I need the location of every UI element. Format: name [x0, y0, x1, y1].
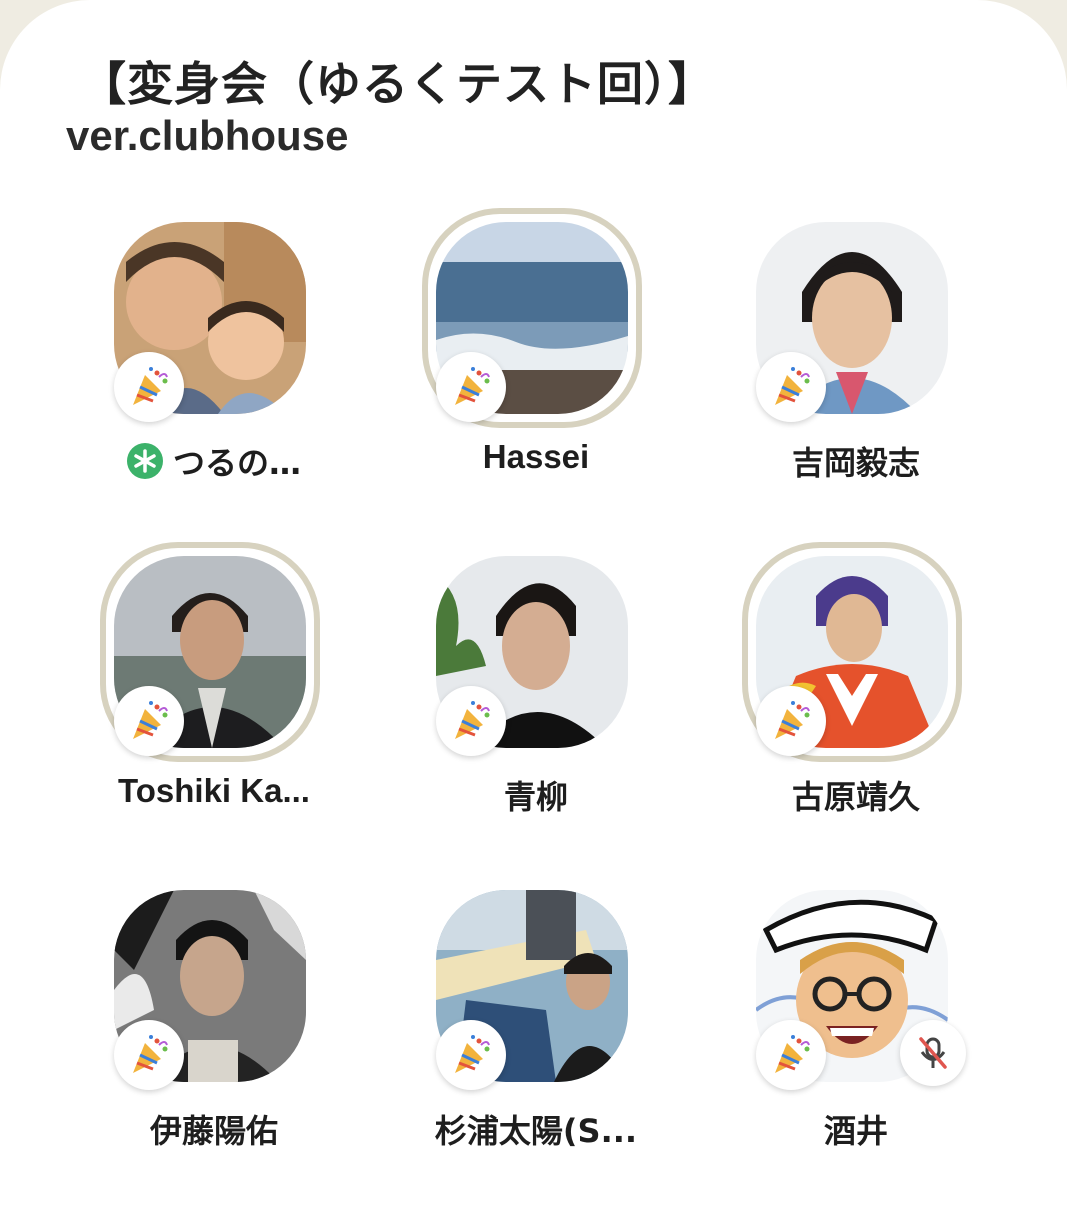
avatar-container — [422, 208, 642, 428]
speaker-tile[interactable]: 酒井 — [726, 890, 986, 1190]
party-popper-icon — [436, 352, 506, 422]
avatar-container — [742, 542, 962, 762]
party-popper-icon — [114, 352, 184, 422]
avatar-container — [114, 222, 314, 422]
room-subtitle: ver.clubhouse — [66, 112, 349, 159]
party-popper-icon — [756, 1020, 826, 1090]
avatar-container — [100, 542, 320, 762]
speaker-name: 吉岡毅志 — [791, 444, 920, 482]
party-popper-icon — [436, 686, 506, 756]
avatar-container — [114, 890, 314, 1090]
party-popper-icon — [114, 1020, 184, 1090]
party-popper-icon — [756, 352, 826, 422]
speaker-name: 杉浦太陽(S... — [434, 1112, 638, 1150]
avatar-container — [756, 222, 956, 422]
party-popper-icon — [756, 686, 826, 756]
speaker-name-row: つるの… — [84, 438, 344, 484]
speaker-name: 青柳 — [503, 778, 568, 816]
speaker-tile[interactable]: Toshiki Ka... — [84, 542, 344, 856]
speaker-tile[interactable]: 古原靖久 — [726, 542, 986, 856]
speaker-name: 古原靖久 — [791, 778, 920, 816]
speaker-name: Hassei — [482, 438, 590, 475]
party-popper-icon — [114, 686, 184, 756]
moderator-icon — [126, 443, 163, 479]
room-title: 【変身会（ゆるくテスト回）】 — [80, 57, 715, 111]
avatar-container — [436, 890, 636, 1090]
room-card: 【変身会（ゆるくテスト回）】 ver.clubhouse つるの… Hassei… — [0, 0, 1067, 1220]
speaker-name: Toshiki Ka... — [118, 772, 310, 809]
party-popper-icon — [436, 1020, 506, 1090]
muted-mic-icon — [900, 1020, 966, 1086]
speaker-tile[interactable]: つるの… — [84, 222, 344, 522]
speaker-tile[interactable]: 吉岡毅志 — [726, 222, 986, 522]
avatar-container — [436, 556, 636, 756]
speaker-tile[interactable]: 杉浦太陽(S... — [406, 890, 666, 1190]
speaker-name: 伊藤陽佑 — [149, 1112, 278, 1150]
speaker-name: 酒井 — [823, 1112, 888, 1150]
avatar-container — [756, 890, 966, 1090]
speaker-name: つるの… — [172, 444, 301, 482]
speaker-tile[interactable]: Hassei — [406, 208, 666, 522]
speaker-tile[interactable]: 伊藤陽佑 — [84, 890, 344, 1190]
speaker-tile[interactable]: 青柳 — [406, 556, 666, 856]
